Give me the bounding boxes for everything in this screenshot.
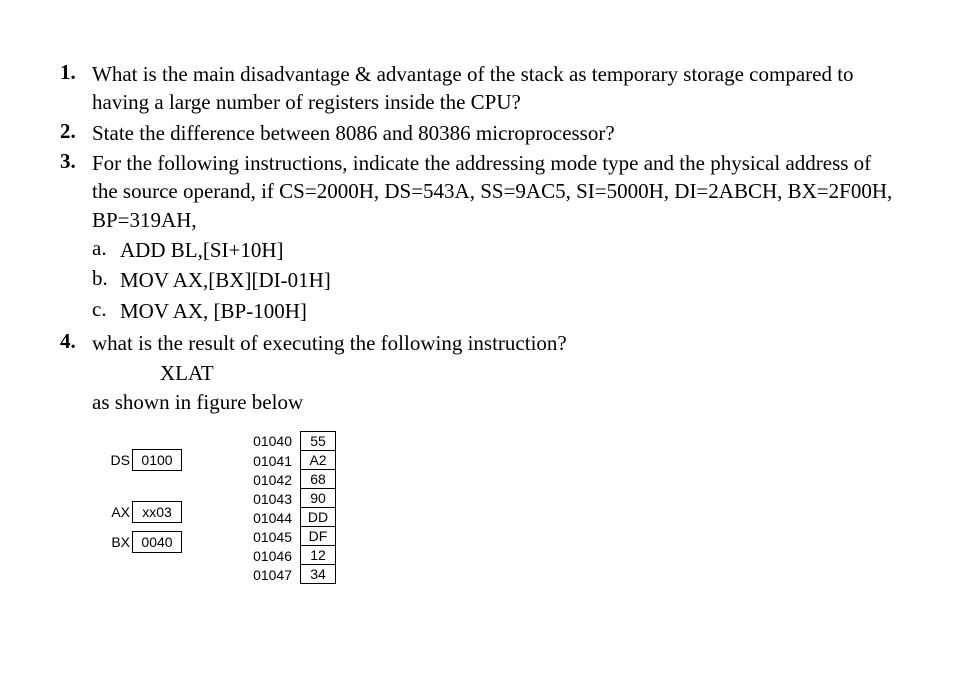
question-3: 3. For the following instructions, indic… (60, 149, 899, 327)
q2-number: 2. (60, 119, 88, 144)
mem-val-6: 12 (300, 545, 336, 565)
mem-val-4: DD (300, 507, 336, 527)
reg-bx-value: 0040 (132, 531, 182, 553)
question-2: 2. State the difference between 8086 and… (60, 119, 899, 147)
q4-instruction: XLAT (160, 359, 899, 387)
mem-addr-5: 01045 (242, 529, 292, 545)
q3-b: b. MOV AX,[BX][DI-01H] (92, 266, 899, 294)
mem-addr-2: 01042 (242, 472, 292, 488)
q2-text: State the difference between 8086 and 80… (92, 119, 899, 147)
reg-ax-label: AX (110, 504, 130, 520)
q3-b-text: MOV AX,[BX][DI-01H] (120, 266, 331, 294)
reg-bx-label: BX (110, 534, 130, 550)
q1-text: What is the main disadvantage & advantag… (92, 60, 899, 117)
mem-row-6: 01046 12 (242, 546, 336, 565)
mem-addr-7: 01047 (242, 567, 292, 583)
q3-number: 3. (60, 149, 88, 174)
q4-number: 4. (60, 329, 88, 354)
q4-caption: as shown in figure below (92, 388, 899, 416)
mem-row-5: 01045 DF (242, 527, 336, 546)
mem-row-4: 01044 DD (242, 508, 336, 527)
reg-ds-value: 0100 (132, 449, 182, 471)
q3-sublist: a. ADD BL,[SI+10H] b. MOV AX,[BX][DI-01H… (92, 236, 899, 325)
mem-row-2: 01042 68 (242, 470, 336, 489)
q3-a-text: ADD BL,[SI+10H] (120, 236, 284, 264)
q3-a-letter: a. (92, 236, 120, 261)
mem-row-7: 01047 34 (242, 565, 336, 584)
mem-val-0: 55 (300, 431, 336, 451)
mem-val-1: A2 (300, 450, 336, 470)
q3-intro: For the following instructions, indicate… (92, 149, 899, 234)
reg-bx-row: BX 0040 (110, 531, 182, 553)
reg-ds-label: DS (110, 452, 130, 468)
memory-column: 01040 55 01041 A2 01042 68 01043 90 0104… (242, 431, 336, 584)
mem-val-5: DF (300, 526, 336, 546)
q3-c-letter: c. (92, 297, 120, 322)
mem-row-1: 01041 A2 (242, 451, 336, 470)
question-4: 4. what is the result of executing the f… (60, 329, 899, 357)
question-1: 1. What is the main disadvantage & advan… (60, 60, 899, 117)
question-list: 1. What is the main disadvantage & advan… (60, 60, 899, 357)
reg-ax-row: AX xx03 (110, 501, 182, 523)
mem-addr-3: 01043 (242, 491, 292, 507)
mem-addr-4: 01044 (242, 510, 292, 526)
mem-addr-0: 01040 (242, 433, 292, 449)
reg-ax-value: xx03 (132, 501, 182, 523)
reg-ds-row: DS 0100 (110, 449, 182, 471)
mem-row-3: 01043 90 (242, 489, 336, 508)
q4-text: what is the result of executing the foll… (92, 329, 899, 357)
q3-b-letter: b. (92, 266, 120, 291)
q3-c-text: MOV AX, [BP-100H] (120, 297, 307, 325)
q3-c: c. MOV AX, [BP-100H] (92, 297, 899, 325)
mem-val-2: 68 (300, 469, 336, 489)
mem-val-3: 90 (300, 488, 336, 508)
mem-row-0: 01040 55 (242, 431, 336, 451)
register-column: DS 0100 AX xx03 BX 0040 (110, 431, 182, 553)
figure-area: DS 0100 AX xx03 BX 0040 01040 55 01041 A… (110, 431, 899, 584)
q3-a: a. ADD BL,[SI+10H] (92, 236, 899, 264)
mem-addr-6: 01046 (242, 548, 292, 564)
mem-val-7: 34 (300, 564, 336, 584)
q1-number: 1. (60, 60, 88, 85)
mem-addr-1: 01041 (242, 453, 292, 469)
